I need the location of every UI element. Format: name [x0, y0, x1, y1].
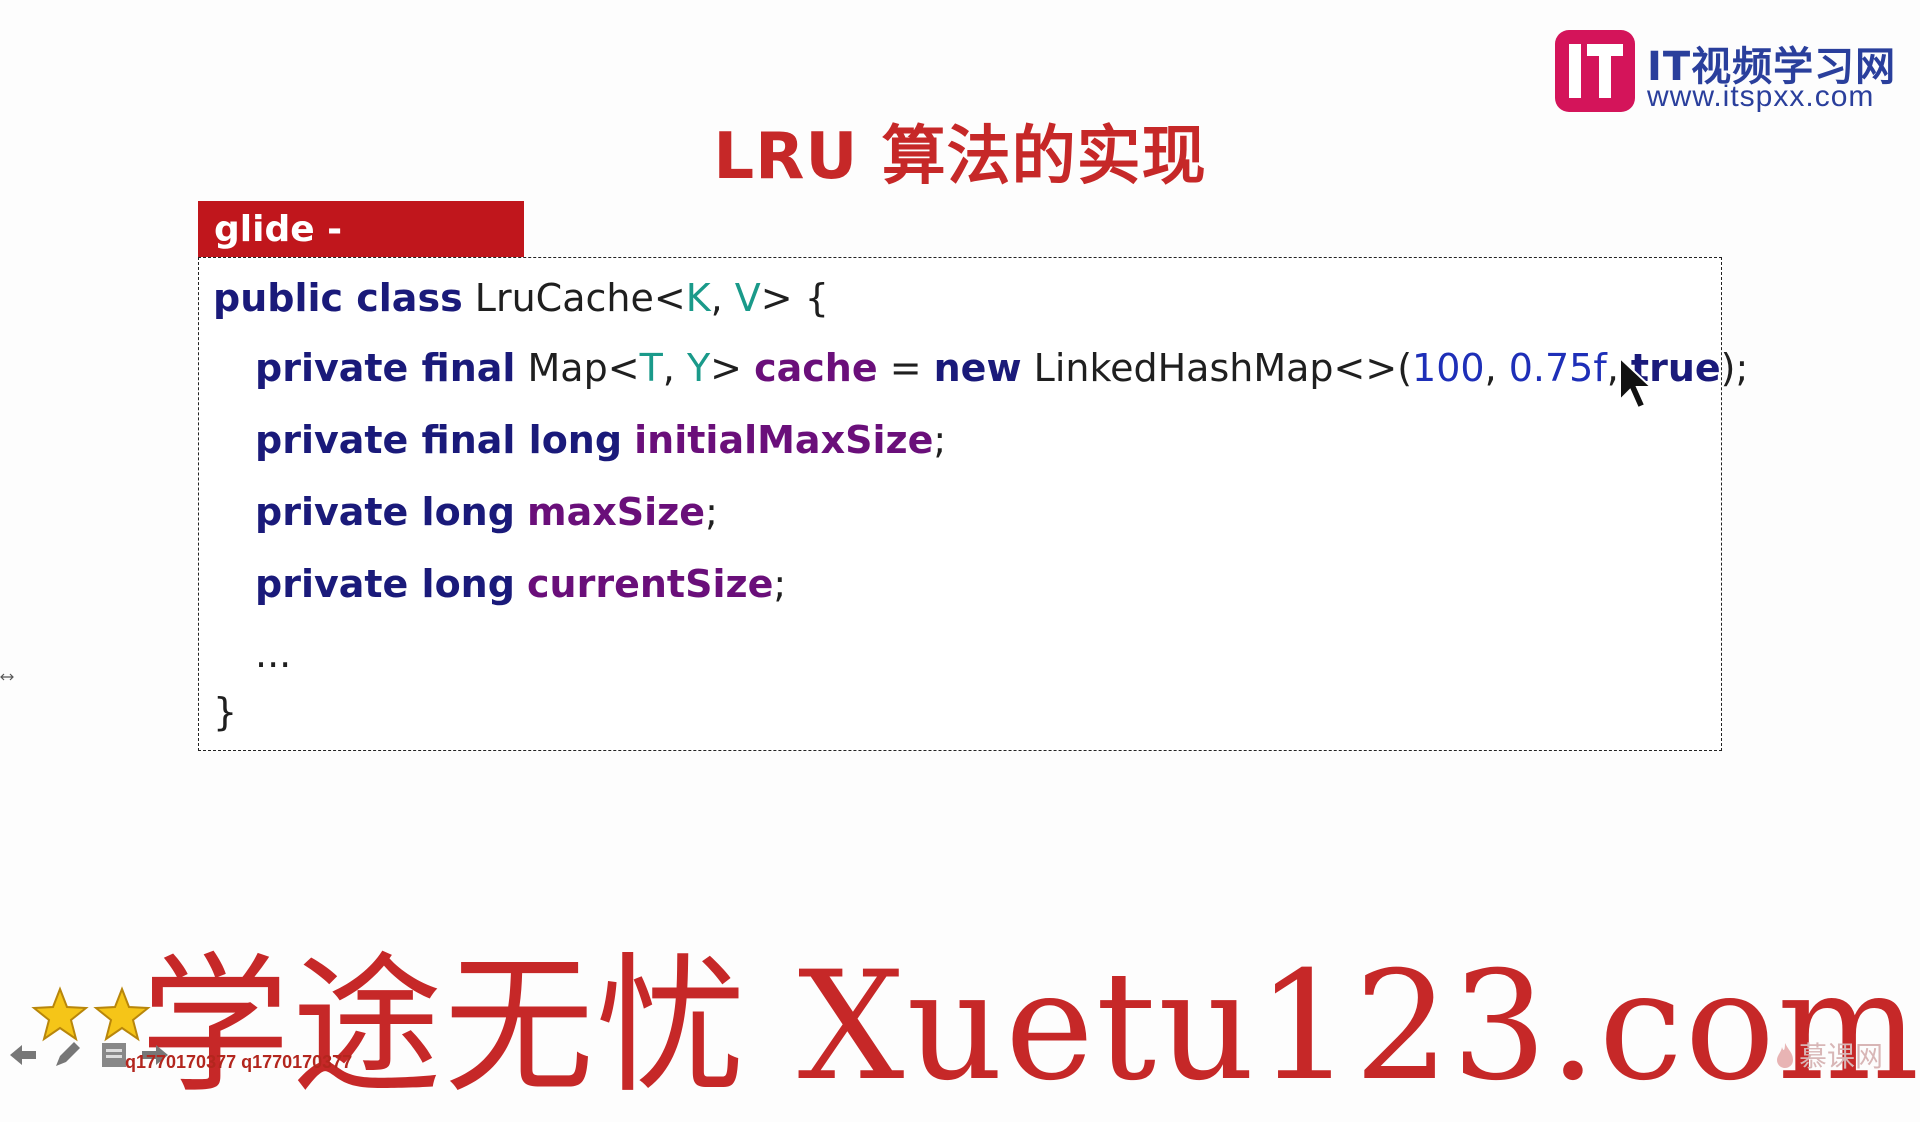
code-ctor: LinkedHashMap<>( [1021, 346, 1413, 390]
code-tab-label: glide - LruCache [198, 201, 524, 307]
code-line-1: public class LruCache<K, V> { [213, 276, 829, 320]
code-number: 100 [1412, 346, 1485, 390]
slide-title: LRU 算法的实现 [713, 120, 1207, 194]
bottom-brand-text: 慕课网 [1799, 1040, 1884, 1073]
code-line-7: } [213, 690, 238, 734]
code-type: Map< [515, 346, 640, 390]
code-keyword: private long [255, 562, 515, 606]
code-punct: , [1484, 346, 1509, 390]
flame-icon [1775, 1041, 1795, 1076]
code-punct: , [710, 276, 735, 320]
code-type-param: T [639, 346, 663, 390]
code-punct: ; [773, 562, 787, 606]
code-field: initialMaxSize [634, 418, 934, 462]
resize-handle-icon [0, 670, 14, 684]
site-logo: IT视频学习网 www.itspxx.com [1555, 30, 1910, 115]
code-keyword: private final long [255, 418, 623, 462]
code-punct: ; [933, 418, 947, 462]
code-field: currentSize [527, 562, 774, 606]
code-line-5: private long currentSize; [255, 562, 786, 606]
code-type-param: Y [686, 346, 711, 390]
back-arrow-icon[interactable] [8, 1042, 38, 1073]
code-type-param: K [685, 276, 711, 320]
code-punct: , [662, 346, 687, 390]
code-class-name: LruCache< [462, 276, 686, 320]
code-keyword: private final [255, 346, 516, 390]
code-keyword: new [933, 346, 1022, 390]
code-number: 0.75f [1508, 346, 1607, 390]
logo-icon [1555, 30, 1635, 112]
code-line-4: private long maxSize; [255, 490, 718, 534]
code-box: public class LruCache<K, V> { private fi… [198, 257, 1748, 751]
menu-icon[interactable] [100, 1041, 128, 1074]
code-line-2: private final Map<T, Y> cache = new Link… [255, 346, 1748, 390]
code-punct: > [710, 346, 755, 390]
code-punct: > { [760, 276, 829, 320]
qq-contact-text: q1770170377 q1770170377 [125, 1052, 353, 1072]
code-line-3: private final long initialMaxSize; [255, 418, 946, 462]
bottom-brand: 慕课网 [1775, 1035, 1883, 1076]
code-type-param: V [734, 276, 761, 320]
star-icon [93, 986, 151, 1042]
code-keyword: private long [255, 490, 515, 534]
star-icon [31, 986, 89, 1042]
rating-stars [30, 985, 160, 1045]
code-field: cache [754, 346, 878, 390]
code-keyword: public class [213, 276, 463, 320]
code-punct: ); [1720, 346, 1749, 390]
code-punct: = [877, 346, 934, 390]
watermark-text: 学途无忧 Xuetu123.com [140, 940, 1920, 1114]
mouse-cursor-icon [1618, 355, 1658, 416]
code-line-6: ... [255, 632, 292, 676]
pen-icon[interactable] [52, 1040, 82, 1075]
code-punct: ; [705, 490, 718, 534]
code-field: maxSize [527, 490, 706, 534]
